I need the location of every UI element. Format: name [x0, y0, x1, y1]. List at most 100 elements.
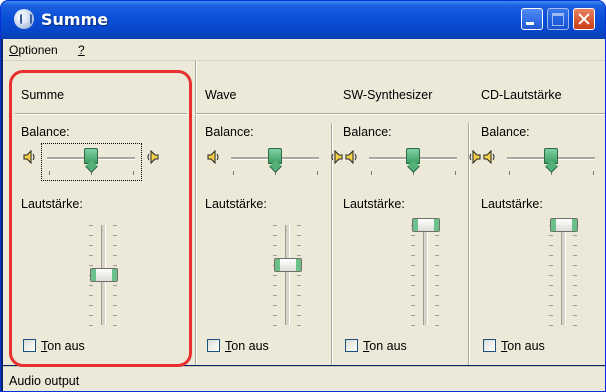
volume-tick — [411, 255, 415, 256]
volume-tick — [435, 265, 439, 266]
balance-slider[interactable] — [268, 148, 282, 164]
volume-tick — [273, 315, 277, 316]
volume-tick — [297, 245, 301, 246]
volume-tick — [573, 315, 577, 316]
menu-options[interactable]: Optionen — [9, 43, 58, 57]
volume-tick — [573, 285, 577, 286]
mute-checkbox[interactable] — [345, 339, 358, 352]
volume-tick — [549, 275, 553, 276]
volume-tick — [297, 295, 301, 296]
speaker-left-icon — [345, 149, 359, 165]
volume-tick — [549, 305, 553, 306]
volume-tick — [411, 285, 415, 286]
window-title: Summe — [41, 10, 109, 29]
volume-tick — [273, 295, 277, 296]
volume-track — [561, 225, 566, 325]
balance-label: Balance: — [205, 125, 254, 139]
channel-name: Wave — [205, 88, 237, 102]
volume-tick — [435, 245, 439, 246]
volume-slider[interactable] — [412, 218, 440, 232]
volume-tick — [573, 235, 577, 236]
mute-label[interactable]: Ton aus — [363, 339, 407, 353]
mute-label[interactable]: Ton aus — [501, 339, 545, 353]
minimize-button[interactable] — [521, 8, 543, 30]
channel-column: Wave Balance: Lautstärke: Ton aus — [205, 61, 343, 365]
channel-column: SW-Synthesizer Balance: Lautstärke: Ton … — [343, 61, 481, 365]
title-bar[interactable]: Summe — [1, 1, 605, 39]
mute-label[interactable]: Ton aus — [225, 339, 269, 353]
status-bar: Audio output — [3, 366, 605, 391]
volume-tick — [549, 295, 553, 296]
volume-slider[interactable] — [550, 218, 578, 232]
volume-tick — [573, 325, 577, 326]
volume-tick — [435, 255, 439, 256]
volume-tick — [549, 245, 553, 246]
volume-tick — [297, 275, 301, 276]
volume-label: Lautstärke: — [481, 197, 543, 211]
volume-tick — [573, 305, 577, 306]
maximize-button[interactable] — [547, 8, 569, 30]
speaker-left-icon — [207, 149, 221, 165]
volume-tick — [411, 275, 415, 276]
balance-label: Balance: — [481, 125, 530, 139]
close-button[interactable] — [573, 8, 595, 30]
volume-tick — [435, 295, 439, 296]
volume-tick — [297, 305, 301, 306]
volume-tick — [573, 275, 577, 276]
volume-slider[interactable] — [274, 258, 302, 272]
volume-tick — [273, 275, 277, 276]
mute-checkbox[interactable] — [483, 339, 496, 352]
menu-help[interactable]: ? — [78, 43, 85, 57]
volume-tick — [435, 315, 439, 316]
column-divider — [195, 61, 197, 365]
volume-tick — [297, 315, 301, 316]
volume-tick — [273, 325, 277, 326]
volume-tick — [273, 235, 277, 236]
speaker-right-icon — [329, 149, 343, 165]
volume-tick — [297, 225, 301, 226]
selected-channel-highlight — [9, 70, 192, 367]
volume-tick — [573, 255, 577, 256]
balance-tick — [593, 171, 594, 175]
speaker-left-icon — [483, 149, 497, 165]
balance-slider[interactable] — [406, 148, 420, 164]
volume-track — [285, 225, 290, 325]
speaker-right-icon — [467, 149, 481, 165]
channel-name: CD-Lautstärke — [481, 88, 562, 102]
balance-label: Balance: — [343, 125, 392, 139]
balance-tick — [371, 171, 372, 175]
volume-tick — [411, 265, 415, 266]
volume-tick — [435, 285, 439, 286]
volume-tick — [297, 325, 301, 326]
volume-tick — [573, 265, 577, 266]
volume-tick — [273, 305, 277, 306]
volume-tick — [573, 295, 577, 296]
balance-slider[interactable] — [544, 148, 558, 164]
volume-tick — [411, 325, 415, 326]
volume-tick — [573, 245, 577, 246]
volume-tick — [549, 325, 553, 326]
volume-tick — [435, 235, 439, 236]
volume-tick — [549, 285, 553, 286]
balance-tick — [455, 171, 456, 175]
balance-tick — [233, 171, 234, 175]
volume-tick — [549, 235, 553, 236]
volume-label: Lautstärke: — [343, 197, 405, 211]
balance-tick — [509, 171, 510, 175]
volume-label: Lautstärke: — [205, 197, 267, 211]
status-text: Audio output — [9, 374, 80, 388]
volume-tick — [273, 245, 277, 246]
volume-tick — [297, 255, 301, 256]
channel-column: CD-Lautstärke Balance: Lautstärke: Ton a… — [481, 61, 605, 365]
volume-track — [423, 225, 428, 325]
volume-tick — [297, 235, 301, 236]
volume-tick — [435, 325, 439, 326]
volume-tick — [411, 235, 415, 236]
volume-tick — [273, 285, 277, 286]
volume-tick — [411, 315, 415, 316]
volume-tick — [549, 315, 553, 316]
channel-name: SW-Synthesizer — [343, 88, 433, 102]
volume-tick — [549, 265, 553, 266]
balance-tick — [317, 171, 318, 175]
mute-checkbox[interactable] — [207, 339, 220, 352]
